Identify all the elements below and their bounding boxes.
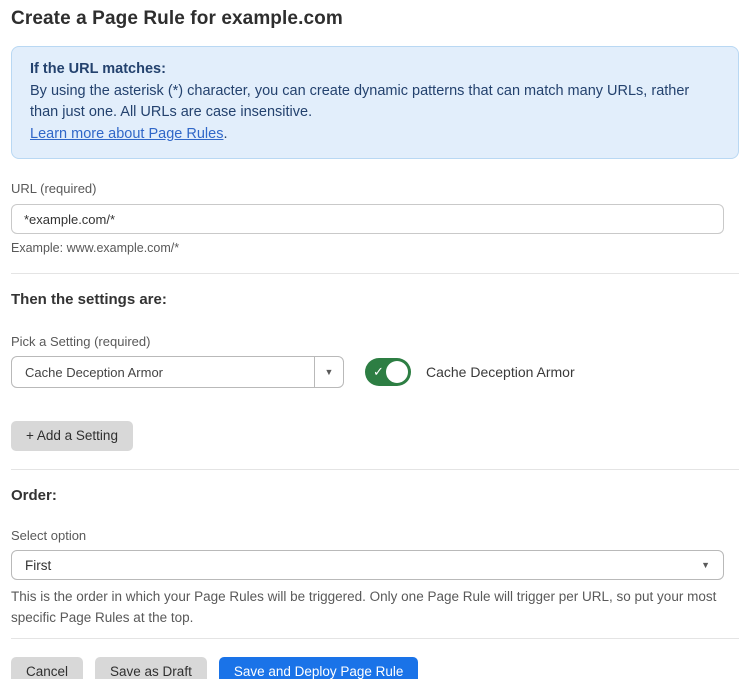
add-setting-button[interactable]: + Add a Setting <box>11 421 133 451</box>
divider <box>11 273 739 274</box>
page-rule-form: Create a Page Rule for example.com If th… <box>0 0 750 679</box>
info-box-link-line: Learn more about Page Rules. <box>30 124 720 146</box>
save-as-draft-button[interactable]: Save as Draft <box>95 657 207 679</box>
setting-picker-label: Pick a Setting (required) <box>11 334 739 349</box>
divider <box>11 638 739 639</box>
divider <box>11 469 739 470</box>
order-help-text: This is the order in which your Page Rul… <box>11 586 731 628</box>
cancel-button[interactable]: Cancel <box>11 657 83 679</box>
order-section-heading: Order: <box>11 487 739 504</box>
setting-dropdown[interactable]: Cache Deception Armor ▼ <box>11 356 344 388</box>
setting-dropdown-arrow-button[interactable]: ▼ <box>314 357 343 387</box>
order-select-label: Select option <box>11 528 739 543</box>
url-field-label: URL (required) <box>11 181 739 196</box>
chevron-down-icon: ▼ <box>325 367 334 377</box>
toggle-knob <box>386 361 408 383</box>
setting-dropdown-value: Cache Deception Armor <box>12 357 314 387</box>
setting-toggle[interactable]: ✓ <box>365 358 411 386</box>
setting-row: Cache Deception Armor ▼ ✓ Cache Deceptio… <box>11 356 739 388</box>
setting-toggle-label: Cache Deception Armor <box>426 364 575 380</box>
learn-more-link[interactable]: Learn more about Page Rules <box>30 126 223 142</box>
footer-buttons: Cancel Save as Draft Save and Deploy Pag… <box>11 657 739 679</box>
check-icon: ✓ <box>373 365 384 378</box>
url-match-info-box: If the URL matches: By using the asteris… <box>11 46 739 159</box>
order-select[interactable]: First ▼ <box>11 550 724 580</box>
url-input[interactable] <box>11 204 724 234</box>
chevron-down-icon: ▼ <box>701 560 710 570</box>
page-title: Create a Page Rule for example.com <box>11 8 739 30</box>
settings-section-heading: Then the settings are: <box>11 291 739 308</box>
info-box-heading: If the URL matches: <box>30 59 720 81</box>
save-and-deploy-button[interactable]: Save and Deploy Page Rule <box>219 657 419 679</box>
link-period: . <box>223 126 227 142</box>
info-box-body: By using the asterisk (*) character, you… <box>30 81 720 124</box>
url-example-text: Example: www.example.com/* <box>11 241 739 255</box>
order-select-value: First <box>25 558 701 573</box>
